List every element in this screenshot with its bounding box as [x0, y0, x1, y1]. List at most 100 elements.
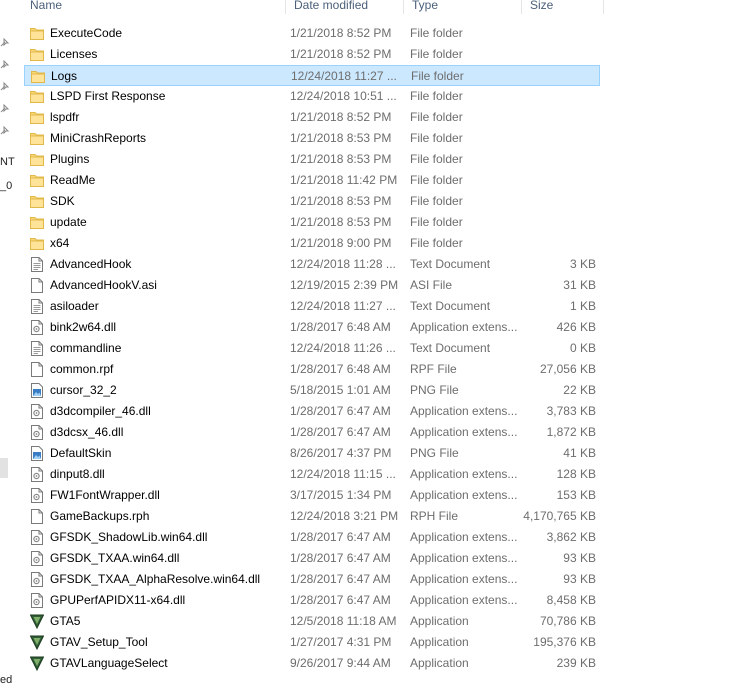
nav-item-label[interactable]: NT	[0, 156, 15, 168]
file-row[interactable]: bink2w64.dll 1/28/2017 6:48 AM Application…	[24, 317, 600, 338]
file-row[interactable]: update 1/21/2018 8:53 PM File folder	[24, 212, 600, 233]
dll-file-icon	[30, 404, 44, 419]
file-size: 128 KB	[556, 467, 596, 481]
pin-icon[interactable]	[0, 104, 9, 113]
file-row[interactable]: AdvancedHook 12/24/2018 11:28 ... Text Doc…	[24, 254, 600, 275]
file-size: 1,872 KB	[546, 425, 596, 439]
folder-icon	[31, 69, 45, 84]
file-row[interactable]: GFSDK_TXAA.win64.dll 1/28/2017 6:47 AM App…	[24, 548, 600, 569]
dll-file-icon	[30, 320, 44, 335]
file-type: Application extens...	[410, 320, 518, 334]
file-date-modified: 1/28/2017 6:48 AM	[290, 362, 391, 376]
file-size: 1 KB	[569, 299, 596, 313]
file-row[interactable]: ExecuteCode 1/21/2018 8:52 PM File folder	[24, 23, 600, 44]
folder-icon	[30, 89, 44, 104]
file-date-modified: 1/28/2017 6:47 AM	[290, 425, 391, 439]
column-header-name[interactable]: Name	[22, 0, 286, 14]
file-size: 31 KB	[563, 278, 596, 292]
file-row[interactable]: DefaultSkin 8/26/2017 4:37 PM PNG File 41 K…	[24, 443, 600, 464]
file-size: 41 KB	[563, 446, 596, 460]
file-row[interactable]: GameBackups.rph 12/24/2018 3:21 PM RPH Fil…	[24, 506, 600, 527]
pin-icon[interactable]	[0, 82, 9, 91]
file-type: RPF File	[410, 362, 457, 376]
file-type: Application extens...	[410, 530, 518, 544]
file-row[interactable]: SDK 1/21/2018 8:53 PM File folder	[24, 191, 600, 212]
nav-item-label[interactable]: _0	[0, 180, 12, 192]
file-row[interactable]: GPUPerfAPIDX11-x64.dll 1/28/2017 6:47 AM A…	[24, 590, 600, 611]
file-size: 93 KB	[563, 572, 596, 586]
file-row[interactable]: lspdfr 1/21/2018 8:52 PM File folder	[24, 107, 600, 128]
file-row[interactable]: d3dcsx_46.dll 1/28/2017 6:47 AM Applicatio…	[24, 422, 600, 443]
file-date-modified: 1/28/2017 6:48 AM	[290, 320, 391, 334]
file-size: 8,458 KB	[546, 593, 596, 607]
file-name: DefaultSkin	[50, 446, 112, 460]
text-file-icon	[30, 299, 44, 314]
file-row[interactable]: GTAVLanguageSelect 9/26/2017 9:44 AM Appli…	[24, 653, 600, 674]
nav-scrollbar[interactable]	[0, 458, 8, 478]
file-name: SDK	[50, 194, 75, 208]
pin-icon[interactable]	[0, 60, 9, 69]
file-name: common.rpf	[50, 362, 114, 376]
file-size: 70,786 KB	[539, 614, 596, 628]
file-size	[520, 128, 596, 149]
file-type: Text Document	[410, 299, 491, 313]
file-name: asiloader	[50, 299, 99, 313]
nav-item-label[interactable]: ed	[0, 674, 12, 686]
file-row[interactable]: GTA5 12/5/2018 11:18 AM Application 70,786 …	[24, 611, 600, 632]
file-row[interactable]: AdvancedHookV.asi 12/19/2015 2:39 PM ASI F…	[24, 275, 600, 296]
file-row[interactable]: FW1FontWrapper.dll 3/17/2015 1:34 PM Appli…	[24, 485, 600, 506]
file-type: File folder	[410, 26, 463, 40]
file-row[interactable]: GTAV_Setup_Tool 1/27/2017 4:31 PM Applicat…	[24, 632, 600, 653]
file-row[interactable]: MiniCrashReports 1/21/2018 8:53 PM File fo…	[24, 128, 600, 149]
column-header-date[interactable]: Date modified	[286, 0, 404, 14]
pin-icon[interactable]	[0, 38, 9, 47]
file-date-modified: 9/26/2017 9:44 AM	[290, 656, 391, 670]
file-row[interactable]: Plugins 1/21/2018 8:53 PM File folder	[24, 149, 600, 170]
file-row[interactable]: cursor_32_2 5/18/2015 1:01 AM PNG File 22 K…	[24, 380, 600, 401]
file-type: Application	[410, 656, 469, 670]
image-file-icon	[30, 383, 44, 398]
file-row[interactable]: GFSDK_TXAA_AlphaResolve.win64.dll 1/28/20…	[24, 569, 600, 590]
file-type: PNG File	[410, 383, 459, 397]
file-name: d3dcsx_46.dll	[50, 425, 124, 439]
dll-file-icon	[30, 593, 44, 608]
file-date-modified: 12/24/2018 11:27 ...	[291, 69, 397, 83]
file-date-modified: 1/21/2018 9:00 PM	[290, 236, 392, 250]
file-name: GTAVLanguageSelect	[50, 656, 168, 670]
column-header-type[interactable]: Type	[404, 0, 522, 14]
file-size: 0 KB	[569, 341, 596, 355]
file-row[interactable]: Logs 12/24/2018 11:27 ... File folder	[24, 65, 600, 86]
file-size: 22 KB	[563, 383, 596, 397]
file-type: PNG File	[410, 446, 459, 460]
file-size	[520, 170, 596, 191]
file-type: Application	[410, 635, 469, 649]
file-name: bink2w64.dll	[50, 320, 117, 334]
file-date-modified: 12/24/2018 11:26 ...	[290, 341, 396, 355]
file-type: Application extens...	[410, 593, 518, 607]
file-row[interactable]: dinput8.dll 12/24/2018 11:15 ... Applicati…	[24, 464, 600, 485]
file-row[interactable]: GFSDK_ShadowLib.win64.dll 1/28/2017 6:47 …	[24, 527, 600, 548]
file-row[interactable]: commandline 12/24/2018 11:26 ... Text Docu…	[24, 338, 600, 359]
navigation-pane: NT _0 ed	[0, 0, 15, 691]
pin-icon[interactable]	[0, 126, 9, 135]
file-name: GFSDK_TXAA_AlphaResolve.win64.dll	[50, 572, 261, 586]
file-row[interactable]: asiloader 12/24/2018 11:27 ... Text Docume…	[24, 296, 600, 317]
file-size: 27,056 KB	[539, 362, 596, 376]
dll-file-icon	[30, 572, 44, 587]
file-size: 195,376 KB	[533, 635, 596, 649]
file-name: cursor_32_2	[50, 383, 117, 397]
file-row[interactable]: d3dcompiler_46.dll 1/28/2017 6:47 AM Appli…	[24, 401, 600, 422]
file-row[interactable]: x64 1/21/2018 9:00 PM File folder	[24, 233, 600, 254]
file-row[interactable]: ReadMe 1/21/2018 11:42 PM File folder	[24, 170, 600, 191]
file-row[interactable]: LSPD First Response 12/24/2018 10:51 ... F…	[24, 86, 600, 107]
file-name: lspdfr	[50, 110, 80, 124]
file-row[interactable]: common.rpf 1/28/2017 6:48 AM RPF File 27,05…	[24, 359, 600, 380]
file-row[interactable]: Licenses 1/21/2018 8:52 PM File folder	[24, 44, 600, 65]
column-header-size[interactable]: Size	[522, 0, 604, 14]
file-type: File folder	[410, 47, 463, 61]
file-size	[520, 86, 596, 107]
file-size	[521, 66, 597, 87]
file-date-modified: 1/21/2018 8:53 PM	[290, 194, 392, 208]
file-type: File folder	[410, 194, 463, 208]
dll-file-icon	[30, 467, 44, 482]
